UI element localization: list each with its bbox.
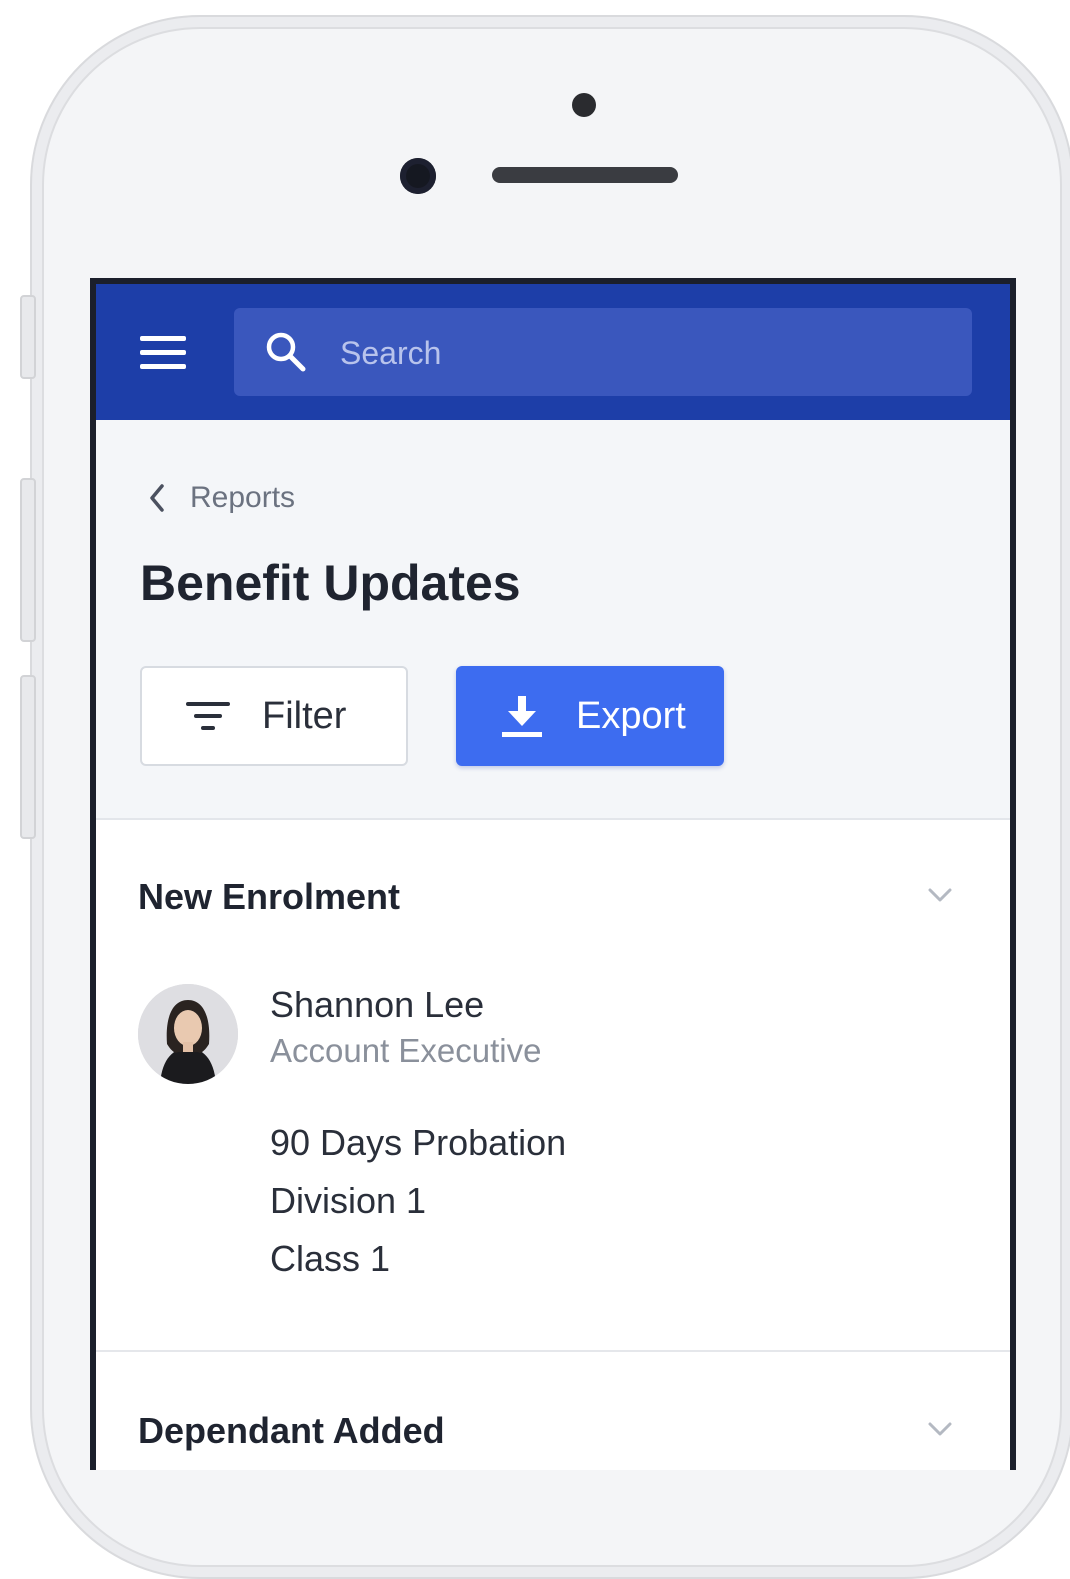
detail-division: Division 1 [270,1180,427,1221]
search-icon [266,332,306,372]
volume-down-button [20,675,36,839]
section-divider [96,1350,1010,1352]
detail-probation: 90 Days Probation [270,1122,567,1163]
hamburger-icon[interactable] [140,334,188,372]
export-button-label: Export [576,694,686,737]
search-input[interactable] [338,328,942,378]
filter-button-label: Filter [262,694,347,737]
mute-switch [20,295,36,379]
download-icon [502,696,542,737]
search-bar[interactable] [234,308,972,396]
page-header: Reports Benefit Updates Filter Export [96,420,1010,820]
breadcrumb-link-reports[interactable]: Reports [190,481,295,515]
volume-up-button [20,478,36,642]
detail-class: Class 1 [270,1238,391,1279]
section-title-new-enrolment[interactable]: New Enrolment [138,876,400,918]
chevron-down-icon[interactable] [926,886,954,904]
person-role: Account Executive [270,1032,542,1069]
export-button[interactable]: Export [456,666,724,766]
page-title: Benefit Updates [140,555,521,611]
earpiece-speaker [492,167,678,183]
filter-button[interactable]: Filter [140,666,408,766]
front-camera [400,158,436,194]
app-screen: Reports Benefit Updates Filter Export Ne… [90,278,1016,1470]
breadcrumb[interactable]: Reports [146,478,295,518]
profile-photo [138,984,238,1084]
chevron-left-icon [150,484,164,512]
avatar [138,984,238,1084]
chevron-down-icon[interactable] [926,1420,954,1438]
person-name[interactable]: Shannon Lee [270,984,484,1026]
proximity-sensor [572,93,596,117]
filter-icon [186,702,230,730]
top-navigation-bar [96,284,1010,420]
section-title-dependant-added[interactable]: Dependant Added [138,1410,445,1452]
